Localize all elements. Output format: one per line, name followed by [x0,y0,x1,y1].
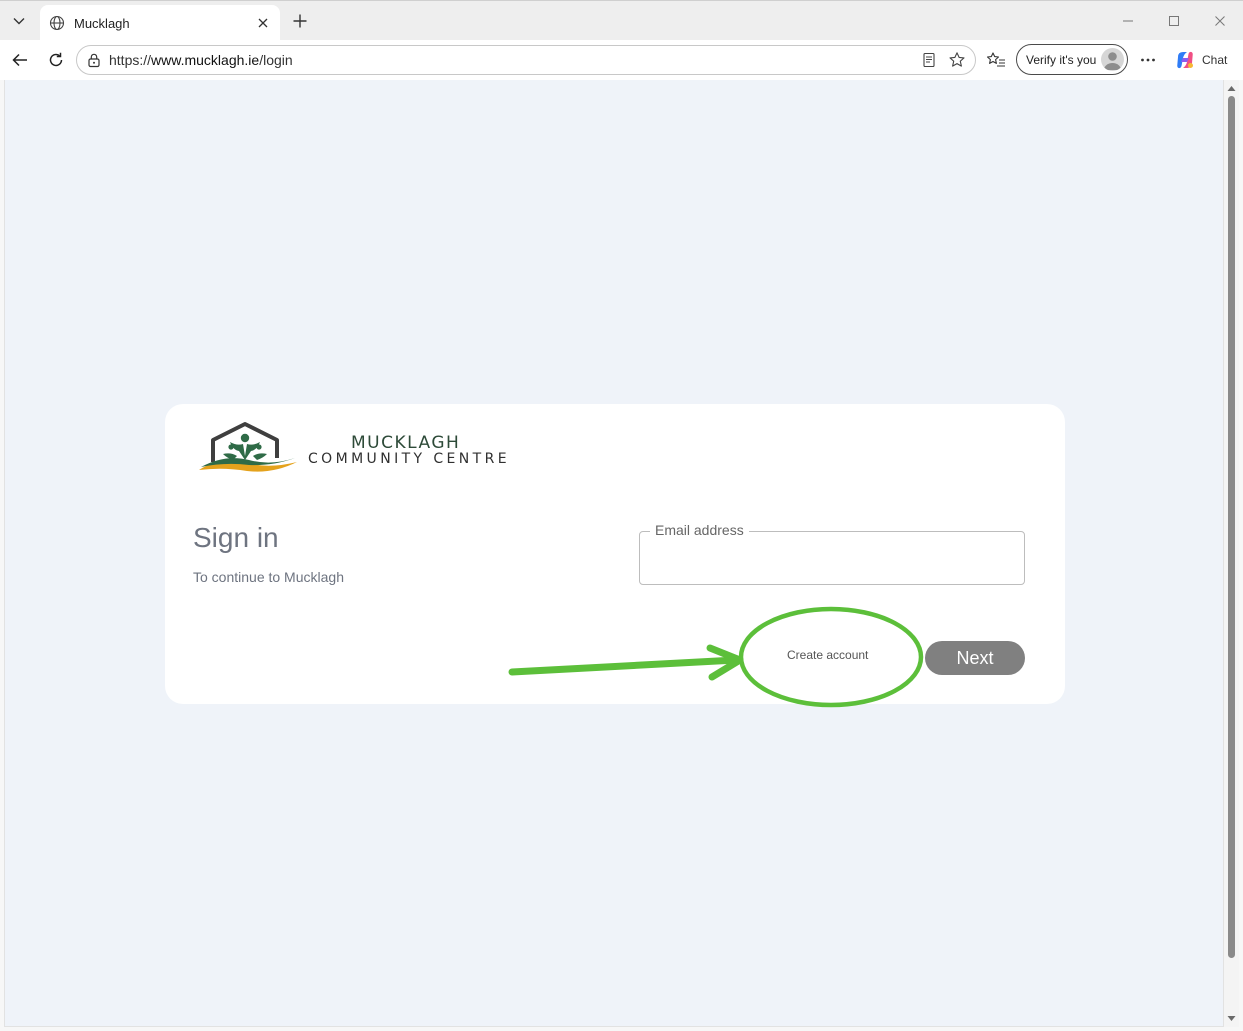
next-button[interactable]: Next [925,641,1025,675]
url-host: www.mucklagh.ie [151,52,260,68]
settings-more-button[interactable] [1134,46,1162,74]
tab-strip: Mucklagh [0,0,1243,41]
globe-icon [48,14,66,32]
refresh-button[interactable] [42,46,70,74]
browser-toolbar: https://www.mucklagh.ie/login Verify it'… [0,40,1243,80]
tab-title: Mucklagh [74,15,130,31]
mucklagh-logo: MUCKLAGH COMMUNITY CENTRE [197,420,527,480]
favorites-button[interactable] [982,46,1010,74]
tab-actions-menu-button[interactable] [4,6,34,36]
favorite-star-icon[interactable] [943,46,971,74]
scrollbar-thumb[interactable] [1228,96,1235,958]
url-scheme: https:// [109,52,152,68]
url-text: https://www.mucklagh.ie/login [109,52,915,68]
scroll-down-icon[interactable] [1227,1014,1236,1023]
chevron-down-icon [13,18,25,25]
favorites-list-icon [986,52,1005,67]
page-viewport: MUCKLAGH COMMUNITY CENTRE Sign in To con… [4,80,1224,1027]
logo-title: MUCKLAGH [351,433,461,453]
logo-subtitle: COMMUNITY CENTRE [308,451,510,467]
sign-in-card: MUCKLAGH COMMUNITY CENTRE Sign in To con… [165,404,1065,704]
sign-in-subtitle: To continue to Mucklagh [193,569,344,585]
more-horizontal-icon [1141,58,1155,62]
close-window-button[interactable] [1208,9,1232,33]
community-centre-logo-icon [199,422,297,472]
close-icon [1215,16,1225,26]
copilot-chat-button[interactable]: Chat [1170,46,1236,74]
refresh-icon [49,52,63,67]
tab-close-icon[interactable] [254,14,272,32]
minimize-button[interactable] [1116,9,1140,33]
plus-icon [293,14,307,28]
create-account-button[interactable]: Create account [787,648,868,662]
url-path: /login [259,52,293,68]
maximize-icon [1169,16,1179,26]
page-title: Sign in [193,522,279,553]
reading-view-icon[interactable] [915,46,943,74]
verify-label: Verify it's you [1026,52,1097,67]
email-field-container: Email address [639,522,1025,585]
new-tab-button[interactable] [287,8,313,34]
scroll-up-icon[interactable] [1227,84,1236,93]
maximize-button[interactable] [1162,9,1186,33]
minimize-icon [1123,20,1133,22]
tab-mucklagh[interactable]: Mucklagh [40,5,280,41]
profile-avatar-icon [1101,48,1124,71]
page-scrollbar[interactable] [1224,80,1239,1027]
chat-label: Chat [1202,53,1228,67]
email-input[interactable] [640,532,1024,584]
address-bar[interactable]: https://www.mucklagh.ie/login [76,45,976,75]
site-info-lock-icon[interactable] [85,51,103,69]
arrow-left-icon [12,53,27,67]
copilot-icon [1177,51,1193,69]
back-button[interactable] [6,46,34,74]
verify-profile-button[interactable]: Verify it's you [1016,44,1128,75]
